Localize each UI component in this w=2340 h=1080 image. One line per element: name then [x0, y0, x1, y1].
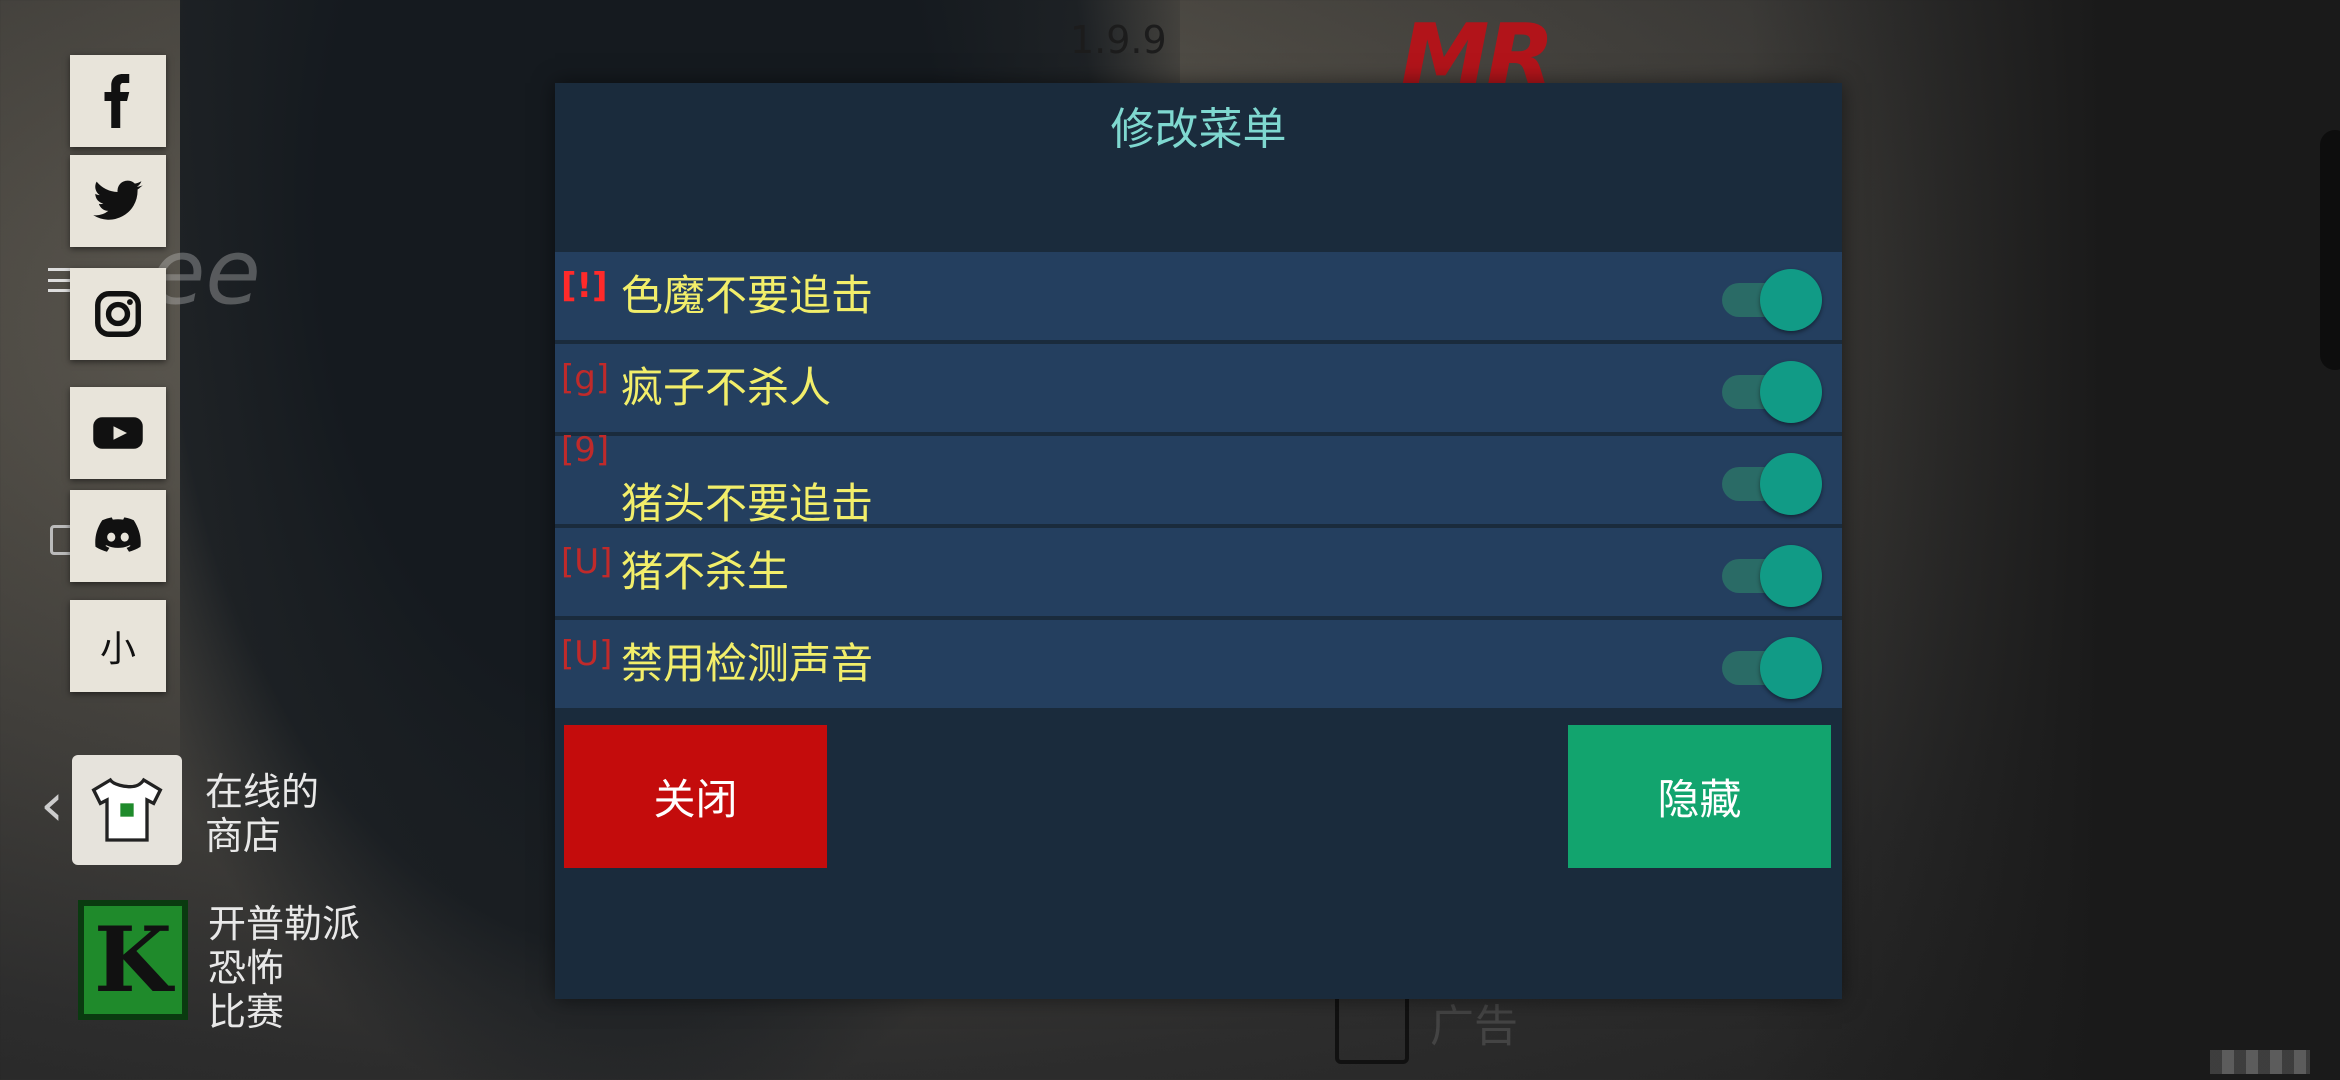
mod-item-label: 禁用检测声音 — [621, 639, 874, 688]
contest-label-line1: 开普勒派 — [208, 902, 361, 946]
contest-k-icon[interactable]: K — [78, 900, 188, 1020]
warning-icon: [!] — [561, 266, 608, 306]
mod-item-row[interactable]: [9] 猪头不要追击 — [555, 430, 1842, 528]
mod-item-icon: [U] — [561, 542, 613, 582]
mod-item-icon: [U] — [561, 634, 613, 674]
small-icon[interactable]: 小 — [70, 600, 166, 692]
mod-item-label: 猪头不要追击 — [621, 479, 874, 528]
discord-icon[interactable] — [70, 490, 166, 582]
mod-item-label: 色魔不要追击 — [621, 271, 874, 320]
close-button[interactable]: 关闭 — [564, 725, 827, 868]
mod-item-toggle[interactable] — [1722, 453, 1822, 515]
watermark — [2210, 1050, 2310, 1074]
mod-item-row[interactable]: [U] 禁用检测声音 — [555, 618, 1842, 708]
store-shirt-icon[interactable] — [72, 755, 182, 865]
store-label-line2: 商店 — [205, 814, 282, 858]
side-handle[interactable] — [2320, 130, 2340, 370]
mod-item-toggle[interactable] — [1722, 269, 1822, 331]
mod-item-label: 疯子不杀人 — [621, 363, 832, 412]
mod-item-toggle[interactable] — [1722, 545, 1822, 607]
mod-menu-dialog: 修改菜单 [!] 色魔不要追击 [g] 疯子不杀人 [9] 猪头不要追击 [U]… — [555, 83, 1842, 999]
mod-item-icon: [9] — [561, 430, 610, 470]
mod-item-icon: [g] — [561, 358, 610, 398]
mod-item-row[interactable]: [g] 疯子不杀人 — [555, 342, 1842, 432]
ad-label: 广告 — [1430, 1001, 1518, 1052]
contest-k-letter: K — [93, 907, 173, 1013]
store-label-line1: 在线的 — [205, 770, 320, 814]
contest-label-line3: 比赛 — [208, 990, 285, 1034]
version-label: 1.9.9 — [1070, 18, 1167, 62]
mod-item-toggle[interactable] — [1722, 361, 1822, 423]
mod-menu-title: 修改菜单 — [1110, 104, 1287, 155]
instagram-icon[interactable] — [70, 268, 166, 360]
mod-item-row[interactable]: [!] 色魔不要追击 — [555, 250, 1842, 340]
ad-icon[interactable] — [1335, 990, 1409, 1064]
ee-watermark-icon: ee — [150, 220, 261, 325]
contest-label-line2: 恐怖 — [208, 946, 285, 990]
mod-item-label: 猪不杀生 — [621, 547, 790, 596]
mod-item-toggle[interactable] — [1722, 637, 1822, 699]
contest-label[interactable]: 开普勒派 恐怖 比赛 — [208, 902, 360, 1034]
back-chevron-icon[interactable]: ‹ — [40, 770, 64, 840]
facebook-icon[interactable] — [70, 55, 166, 147]
store-label[interactable]: 在线的 商店 — [205, 770, 319, 858]
hide-button[interactable]: 隐藏 — [1568, 725, 1831, 868]
youtube-icon[interactable] — [70, 387, 166, 479]
mod-item-row[interactable]: [U] 猪不杀生 — [555, 526, 1842, 616]
